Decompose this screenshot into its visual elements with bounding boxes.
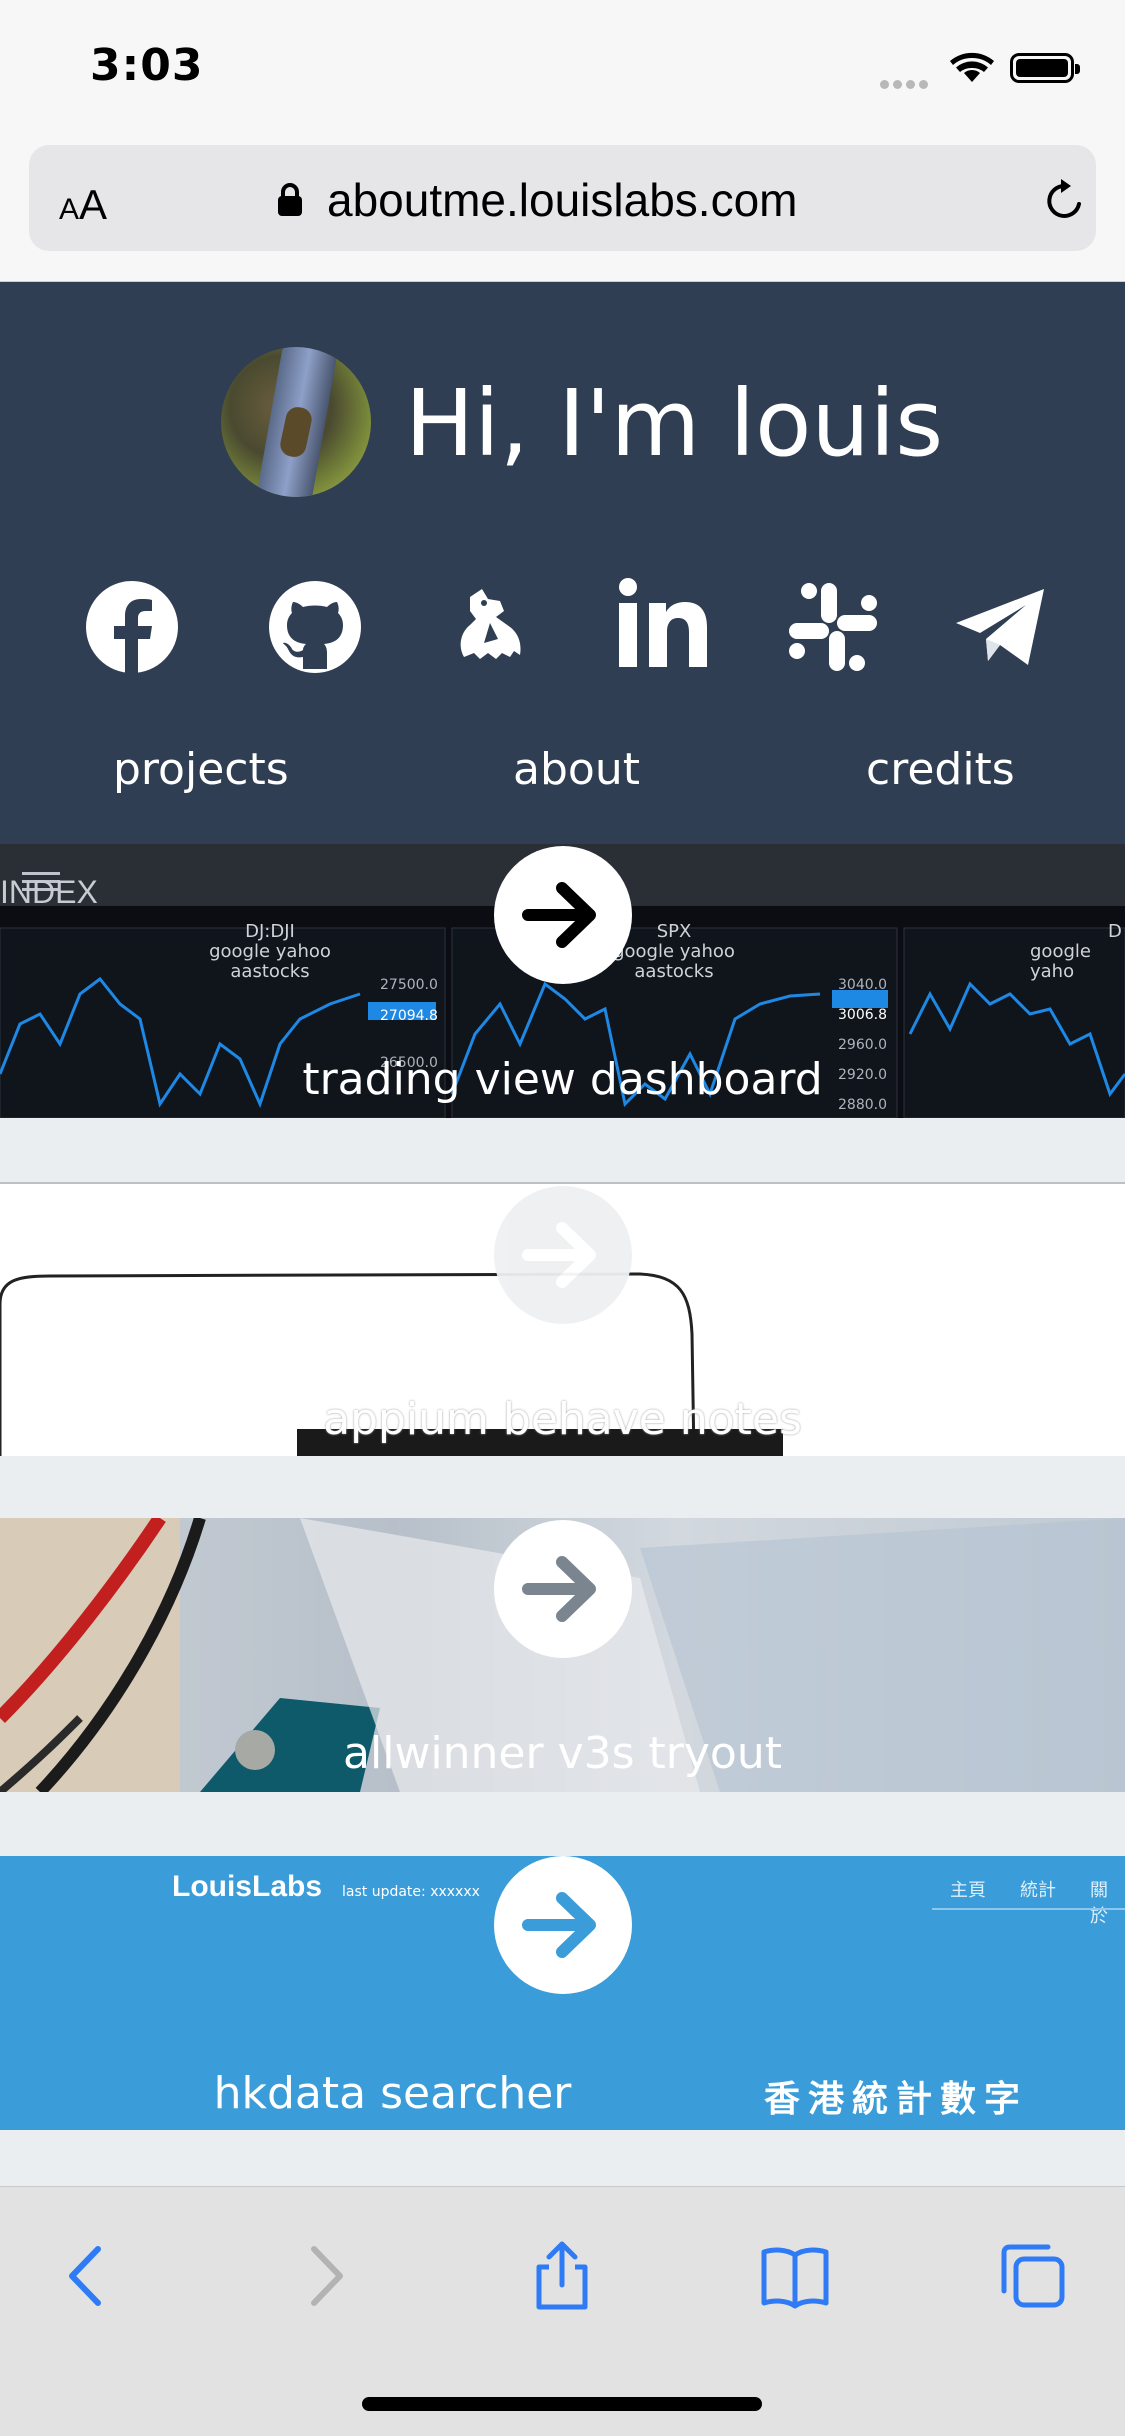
open-project-button[interactable] [494,1520,632,1658]
thumb-panel-3-name: D [1108,921,1122,942]
linkedin-icon[interactable] [615,577,715,677]
hkdata-last-update: last update: xxxxxx [342,1884,480,1900]
status-time: 3:03 [90,40,204,91]
tick-label: 3040.0 [838,977,887,993]
address-bar[interactable]: AA aboutme.louislabs.com [29,145,1096,251]
tick-label: 27094.8 [380,1008,438,1024]
docker-bird-icon[interactable] [440,577,540,677]
browser-chrome: AA aboutme.louislabs.com [0,135,1125,282]
project-card-allwinner[interactable]: allwinner v3s tryout [0,1518,1125,1792]
cellular-signal-icon [880,74,932,93]
avatar [221,347,371,497]
wifi-icon [950,52,994,82]
arrow-right-icon [522,882,596,948]
hkdata-nav-home: 主頁 [950,1880,986,1901]
telegram-icon[interactable] [952,577,1052,677]
hkdata-nav-underline [932,1908,1125,1910]
hkdata-nav-stats: 統計 [1020,1880,1056,1901]
project-card-appium[interactable]: appium behave notes [0,1182,1125,1456]
bookmarks-icon[interactable] [760,2241,830,2311]
nav-credits-link[interactable]: credits [866,744,1015,795]
card-spacer [0,2130,1125,2186]
open-project-button[interactable] [494,1856,632,1994]
tabs-icon[interactable] [998,2241,1068,2311]
card-spacer [0,1456,1125,1518]
page-title: Hi, I'm louis [405,370,944,477]
text-size-button[interactable]: AA [59,181,107,229]
thumb-panel-1-name: DJ:DJI [245,921,295,942]
github-icon[interactable] [265,577,365,677]
project-title: allwinner v3s tryout [343,1728,782,1779]
project-title: appium behave notes [323,1394,802,1445]
card-spacer [0,1792,1125,1856]
arrow-right-icon [522,1556,596,1622]
project-card-hkdata[interactable]: LouisLabs last update: xxxxxx 主頁 統計 關於 h… [0,1856,1125,2130]
thumb-panel-3-sources: google yaho [1030,941,1091,982]
back-icon[interactable] [52,2241,122,2311]
project-title: trading view dashboard [302,1054,823,1105]
card-spacer [0,1118,1125,1182]
thumb-panel-1-sources: google yahoo aastocks [209,941,331,982]
project-card-trading-view[interactable]: INDEX DJ:DJI google yahoo aastocks SPX g… [0,844,1125,1118]
lock-icon [278,183,302,216]
forward-icon[interactable] [290,2241,360,2311]
hkdata-brand: LouisLabs [172,1870,323,1903]
tick-label: 3006.8 [838,1007,887,1023]
status-bar: 3:03 [0,0,1125,135]
thumb-panel-1-header: DJ:DJI google yahoo aastocks [190,922,350,982]
hkdata-nav-about: 關於 [1090,1880,1108,1927]
open-project-button[interactable] [494,846,632,984]
battery-icon [1010,53,1080,83]
arrow-right-icon [522,1892,596,1958]
nav-about-link[interactable]: about [513,744,640,795]
facebook-icon[interactable] [82,577,182,677]
arrow-right-icon [522,1222,596,1288]
home-indicator [362,2397,762,2411]
thumb-panel-3-header: D google yaho [1030,922,1125,982]
url-text[interactable]: aboutme.louislabs.com [327,173,797,227]
reload-icon[interactable] [1041,177,1089,225]
profile-header: Hi, I'm louis projects about credits [0,282,1125,844]
open-project-button[interactable] [494,1186,632,1324]
nav-projects-link[interactable]: projects [113,744,289,795]
tick-label: 27500.0 [380,977,438,993]
hkdata-tagline: 香港統計數字 [764,2079,1029,2120]
thumb-index-label: INDEX [0,874,98,910]
slack-icon[interactable] [783,577,883,677]
share-icon[interactable] [527,2241,597,2311]
